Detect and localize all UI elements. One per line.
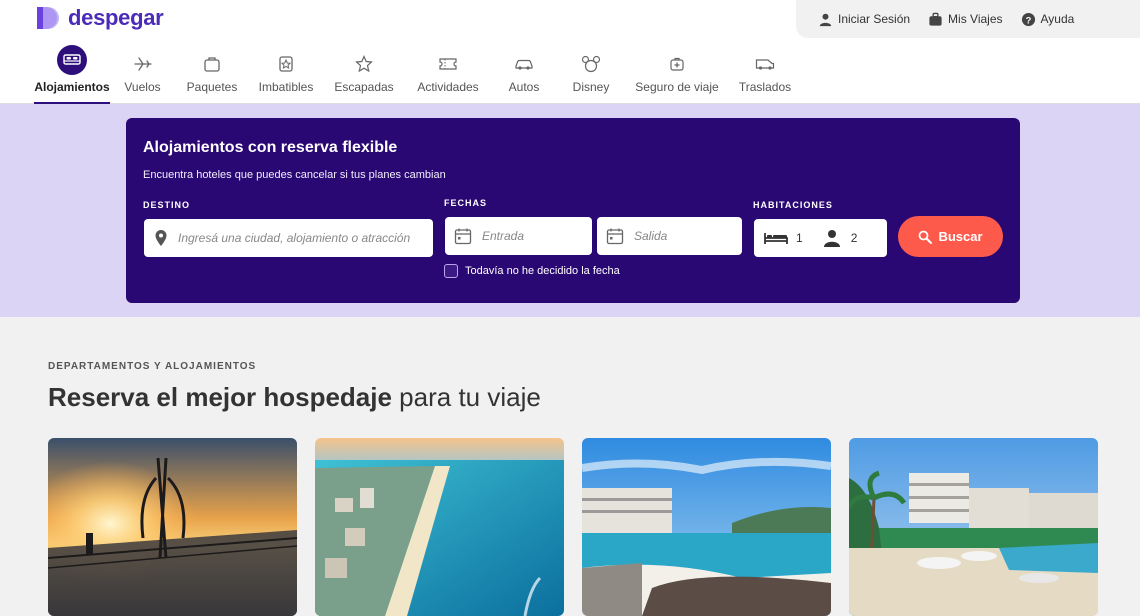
nav-item-escapadas[interactable]: Escapadas xyxy=(323,48,405,104)
nav-label: Paquetes xyxy=(186,80,238,94)
calendar-icon xyxy=(606,228,624,245)
destination-card[interactable] xyxy=(849,438,1098,616)
search-box: Alojamientos con reserva flexible Encuen… xyxy=(126,118,1020,303)
despegar-logo[interactable]: despegar xyxy=(34,4,164,32)
destination-image xyxy=(582,438,831,616)
my-trips-label: Mis Viajes xyxy=(948,12,1003,26)
mickey-icon xyxy=(581,54,601,74)
rooms-guests-selector[interactable]: 1 2 xyxy=(754,219,887,257)
location-pin-icon xyxy=(155,230,167,246)
help-icon: ? xyxy=(1021,12,1035,26)
nav-label: Alojamientos xyxy=(34,80,110,94)
nav-label: Traslados xyxy=(738,80,792,94)
nav-item-autos[interactable]: Autos xyxy=(491,48,557,104)
calendar-icon xyxy=(454,228,472,245)
destination-image xyxy=(315,438,564,616)
ticket-icon xyxy=(438,54,458,74)
badge-icon xyxy=(276,54,296,74)
despegar-logo-icon xyxy=(37,7,59,29)
person-icon xyxy=(823,230,840,247)
brand-name: despegar xyxy=(68,5,164,30)
nav-item-disney[interactable]: Disney xyxy=(557,48,625,104)
undecided-dates-checkbox[interactable] xyxy=(444,264,458,278)
guests-count: 2 xyxy=(850,231,858,245)
search-button-label: Buscar xyxy=(938,229,983,244)
help-label: Ayuda xyxy=(1040,12,1075,26)
checkin-placeholder: Entrada xyxy=(482,229,525,243)
bed-icon xyxy=(57,45,87,75)
destination-card[interactable] xyxy=(582,438,831,616)
nav-item-vuelos[interactable]: Vuelos xyxy=(110,48,175,104)
car-icon xyxy=(514,54,534,74)
user-bar: Iniciar Sesión Mis Viajes ? Ayuda xyxy=(796,0,1140,38)
nav-item-seguro-de-viaje[interactable]: Seguro de viaje xyxy=(625,48,729,104)
destination-card[interactable] xyxy=(315,438,564,616)
login-label: Iniciar Sesión xyxy=(838,12,911,26)
destination-cards xyxy=(48,438,1098,616)
login-link[interactable]: Iniciar Sesión xyxy=(818,12,910,27)
help-link[interactable]: ? Ayuda xyxy=(1021,12,1075,27)
checkin-field[interactable]: Entrada xyxy=(445,217,592,255)
destination-field[interactable]: Ingresá una ciudad, alojamiento o atracc… xyxy=(144,219,433,257)
nav-item-paquetes[interactable]: Paquetes xyxy=(175,48,249,104)
section-eyebrow: DEPARTAMENTOS Y ALOJAMIENTOS xyxy=(48,361,257,372)
nav-label: Autos xyxy=(508,80,540,94)
destination-placeholder: Ingresá una ciudad, alojamiento o atracc… xyxy=(178,231,411,245)
checkout-placeholder: Salida xyxy=(634,229,668,243)
nav-label: Seguro de viaje xyxy=(635,80,719,94)
van-icon xyxy=(755,54,775,74)
medical-bag-icon xyxy=(667,54,687,74)
star-icon xyxy=(354,54,374,74)
product-nav: Alojamientos Vuelos Paquetes Imbatibles … xyxy=(34,45,801,104)
rooms-label: HABITACIONES xyxy=(753,200,833,210)
destination-image xyxy=(849,438,1098,616)
nav-label: Imbatibles xyxy=(258,80,314,94)
checkout-field[interactable]: Salida xyxy=(597,217,742,255)
nav-label: Disney xyxy=(572,80,610,94)
nav-label: Escapadas xyxy=(334,80,394,94)
suitcase-icon xyxy=(929,12,942,26)
destination-label: DESTINO xyxy=(143,200,191,210)
plane-icon xyxy=(133,54,153,74)
search-button[interactable]: Buscar xyxy=(898,216,1003,257)
nav-label: Vuelos xyxy=(124,80,161,94)
nav-item-actividades[interactable]: Actividades xyxy=(405,48,491,104)
section-title-rest: para tu viaje xyxy=(391,382,541,412)
undecided-dates-label: Todavía no he decidido la fecha xyxy=(465,265,620,277)
destination-card[interactable] xyxy=(48,438,297,616)
rooms-count: 1 xyxy=(796,231,803,245)
svg-text:?: ? xyxy=(1025,15,1031,25)
undecided-dates-option[interactable]: Todavía no he decidido la fecha xyxy=(444,264,620,278)
suitcase-icon xyxy=(202,54,222,74)
section-title-bold: Reserva el mejor hospedaje xyxy=(48,382,392,412)
user-icon xyxy=(819,13,832,26)
nav-label: Actividades xyxy=(417,80,479,94)
bed-icon xyxy=(764,233,788,244)
destination-image xyxy=(48,438,297,616)
nav-item-alojamientos[interactable]: Alojamientos xyxy=(34,45,110,104)
nav-item-traslados[interactable]: Traslados xyxy=(729,48,801,104)
search-icon xyxy=(919,230,933,244)
my-trips-link[interactable]: Mis Viajes xyxy=(928,12,1003,27)
nav-item-imbatibles[interactable]: Imbatibles xyxy=(249,48,323,104)
top-header: despegar Iniciar Sesión Mis Viajes ? Ayu… xyxy=(0,0,1140,104)
section-title: Reserva el mejor hospedaje para tu viaje xyxy=(48,382,541,413)
search-title: Alojamientos con reserva flexible xyxy=(143,139,398,156)
dates-label: FECHAS xyxy=(444,198,488,208)
search-subtitle: Encuentra hoteles que puedes cancelar si… xyxy=(143,169,446,181)
